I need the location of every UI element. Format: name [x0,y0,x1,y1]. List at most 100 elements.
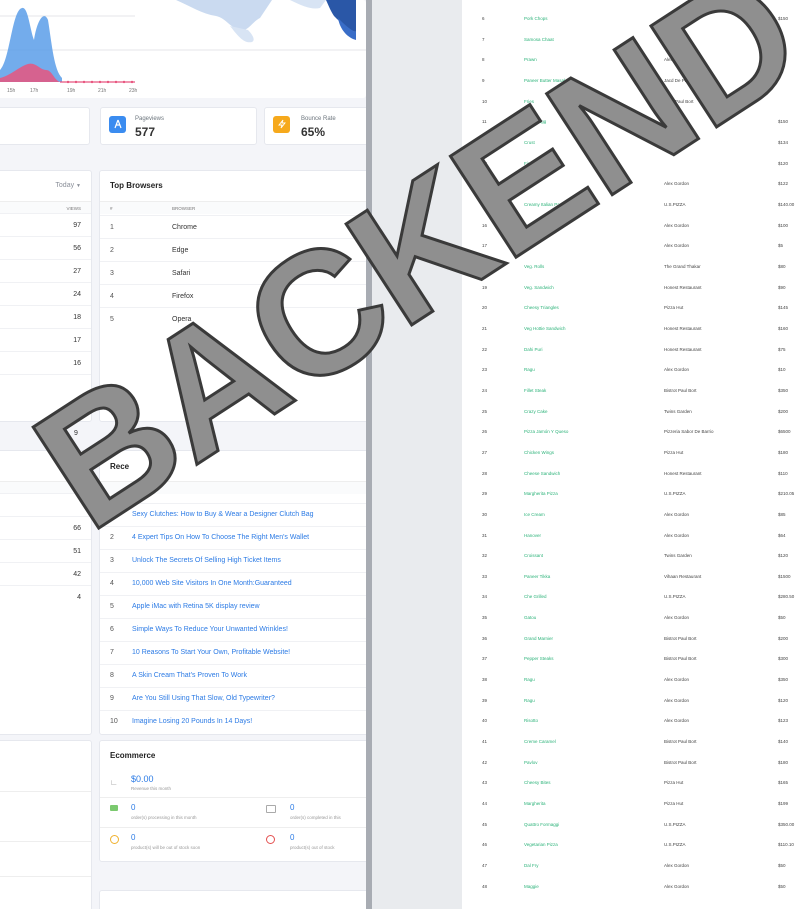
today-filter[interactable]: Today ▼ [55,182,81,189]
table-row[interactable]: 14 Alex Gordon $122 [462,173,799,194]
table-row[interactable]: 35 Gatou Alex Gordon $50 [462,607,799,628]
table-row[interactable]: 31 Hanover Alex Gordon $64 [462,525,799,546]
table-row[interactable]: 11 Fried Nugg $150 [462,111,799,132]
post-link[interactable]: 10 Reasons To Start Your Own, Profitable… [132,649,290,656]
table-row[interactable]: 29 Margherita Pizza U.S.PIZZA $210.05 [462,483,799,504]
table-row[interactable]: 23 Ragu Alex Gordon $10 [462,359,799,380]
order-item-link[interactable]: Veg. Sandwich [524,285,554,290]
order-item-link[interactable]: Quattro Formaggi [524,822,559,827]
post-link[interactable]: Imagine Losing 20 Pounds In 14 Days! [132,718,252,725]
table-row[interactable]: 19 Veg. Sandwich Honest Restaurant $90 [462,277,799,298]
post-link[interactable]: 10,000 Web Site Visitors In One Month:Gu… [132,580,292,587]
post-link[interactable]: Unlock The Secrets Of Selling High Ticke… [132,557,281,564]
table-row[interactable]: 8 Prawn Alex G [462,49,799,70]
list-item[interactable]: 4 10,000 Web Site Visitors In One Month:G… [100,572,372,596]
list-item[interactable]: 6 Simple Ways To Reduce Your Unwanted Wri… [100,618,372,642]
order-item-link[interactable]: Pork Chops [524,16,548,21]
table-row[interactable]: 22 Dahi Puri Honest Restaurant $75 [462,339,799,360]
table-row[interactable]: 34 Che Grilled U.S.PIZZA $280.50 [462,586,799,607]
list-item[interactable]: 5 Apple iMac with Retina 5K display revie… [100,595,372,619]
table-row[interactable]: 7 Samosa Chaat [462,29,799,50]
order-item-link[interactable]: Fries [524,99,534,104]
order-item-link[interactable]: Margherita Pizza [524,491,558,496]
post-link[interactable]: Apple iMac with Retina 5K display review [132,603,260,610]
table-row[interactable]: 26 Pizza Jamón Y Queso Pizzeria Sabor De B… [462,421,799,442]
table-row[interactable]: 41 Creme Caramel Bistrot Paul Bort $140 [462,731,799,752]
table-row[interactable]: 24 Fillet Steak Bistrot Paul Bort $350 [462,380,799,401]
order-item-link[interactable]: Risotto [524,718,538,723]
order-item-link[interactable]: Grand Marnier [524,636,553,641]
list-item[interactable]: 7 10 Reasons To Start Your Own, Profitabl… [100,641,372,665]
order-item-link[interactable]: Creamy Italian Pasta [524,202,566,207]
order-item-link[interactable]: Pepper Steaks [524,656,554,661]
table-row[interactable]: 12 Crust $134 [462,132,799,153]
table-row[interactable]: 37 Pepper Steaks Bistrot Paul Bort $300 [462,648,799,669]
order-item-link[interactable]: Hanover [524,533,541,538]
order-item-link[interactable]: Paneer Tikka [524,574,550,579]
order-item-link[interactable]: Ragu [524,677,535,682]
table-row[interactable]: 48 Maggie Alex Gordon $50 [462,876,799,897]
list-item[interactable]: 3 Unlock The Secrets Of Selling High Tick… [100,549,372,573]
list-item[interactable]: 8 A Skin Cream That's Proven To Work [100,664,372,688]
table-row[interactable]: 40 Risotto Alex Gordon $123 [462,710,799,731]
table-row[interactable]: 33 Paneer Tikka Vihaan Restaurant $1500 [462,566,799,587]
table-row[interactable]: 21 Veg Hottie Sandwich Honest Restaurant $1… [462,318,799,339]
order-item-link[interactable]: Fisd Mign [524,161,544,166]
order-item-link[interactable]: Ragu [524,367,535,372]
table-row[interactable]: 16 Pork Bake Alex Gordon $100 [462,215,799,236]
table-row[interactable]: 28 Cheese Sandwich Honest Restaurant $110 [462,463,799,484]
order-item-link[interactable]: Pavlov [524,760,538,765]
order-item-link[interactable]: Margherita [524,801,546,806]
order-item-link[interactable]: Che Grilled [524,594,547,599]
list-item[interactable]: 9 Are You Still Using That Slow, Old Type… [100,687,372,711]
order-item-link[interactable]: Maggie [524,884,539,889]
table-row[interactable]: 20 Cheesy Triangles Pizza Hut $145 [462,297,799,318]
table-row[interactable]: 18 Veg. Rolls The Grand Thakar $80 [462,256,799,277]
list-item[interactable]: 1 Sexy Clutches: How to Buy & Wear a Desi… [100,503,372,527]
table-row[interactable]: 43 Cheesy Bites Pizza Hut $165 [462,772,799,793]
order-item-link[interactable]: Pork Bake [524,223,545,228]
table-row[interactable]: 10 Fries istrot Paul Bort [462,91,799,112]
order-item-link[interactable]: Cheesy Triangles [524,305,559,310]
order-item-link[interactable]: Fried Nugg [524,119,546,124]
order-item-link[interactable]: Fillet Steak [524,388,546,393]
table-row[interactable]: 30 Ice Cream Alex Gordon $85 [462,504,799,525]
order-item-link[interactable]: Ice Cream [524,512,545,517]
post-link[interactable]: Sexy Clutches: How to Buy & Wear a Desig… [132,511,314,518]
list-item[interactable]: 10 Imagine Losing 20 Pounds In 14 Days! [100,710,372,734]
order-item-link[interactable]: Vegetarian Pizza [524,842,558,847]
order-item-link[interactable]: Dal Fry [524,863,539,868]
table-row[interactable]: 47 Dal Fry Alex Gordon $50 [462,855,799,876]
order-item-link[interactable]: Ragu [524,698,535,703]
table-row[interactable]: 38 Ragu Alex Gordon $350 [462,669,799,690]
order-item-link[interactable]: Samosa Chaat [524,37,554,42]
table-row[interactable]: 15 Creamy Italian Pasta U.S.PIZZA $140.00 [462,194,799,215]
list-item[interactable]: 2 4 Expert Tips On How To Choose The Righ… [100,526,372,550]
order-item-link[interactable]: Creme Caramel [524,739,556,744]
table-row[interactable]: 32 Croissant Twins Garden $120 [462,545,799,566]
order-item-link[interactable]: Pizza Jamón Y Queso [524,429,568,434]
order-item-link[interactable]: Prawn [524,57,537,62]
table-row[interactable]: 42 Pavlov Bistrot Paul Bort $180 [462,752,799,773]
post-link[interactable]: Simple Ways To Reduce Your Unwanted Wrin… [132,626,288,633]
table-row[interactable]: 9 Paneer Butter Masala Jacd De Pa [462,70,799,91]
order-item-link[interactable]: Veg. Rolls [524,264,544,269]
table-row[interactable]: 45 Quattro Formaggi U.S.PIZZA $350.00 [462,814,799,835]
post-link[interactable]: Are You Still Using That Slow, Old Typew… [132,695,275,702]
order-item-link[interactable]: Crust [524,140,535,145]
table-row[interactable]: 36 Grand Marnier Bistrot Paul Bort $200 [462,628,799,649]
order-item-link[interactable]: Dahi Puri [524,347,543,352]
order-item-link[interactable]: Chicken Wings [524,450,554,455]
table-row[interactable]: 46 Vegetarian Pizza U.S.PIZZA $110.10 [462,834,799,855]
table-row[interactable]: 27 Chicken Wings Pizza Hut $180 [462,442,799,463]
table-row[interactable]: 17 Alex Gordon $5 [462,235,799,256]
order-item-link[interactable]: Gatou [524,615,536,620]
order-item-link[interactable]: Cheesy Bites [524,780,551,785]
order-item-link[interactable]: Veg Hottie Sandwich [524,326,566,331]
table-row[interactable]: 44 Margherita Pizza Hut $199 [462,793,799,814]
post-link[interactable]: A Skin Cream That's Proven To Work [132,672,247,679]
post-link[interactable]: 4 Expert Tips On How To Choose The Right… [132,534,309,541]
table-row[interactable]: 13 Fisd Mign $120 [462,153,799,174]
order-item-link[interactable]: Crazy Cake [524,409,548,414]
order-item-link[interactable]: Cheese Sandwich [524,471,560,476]
